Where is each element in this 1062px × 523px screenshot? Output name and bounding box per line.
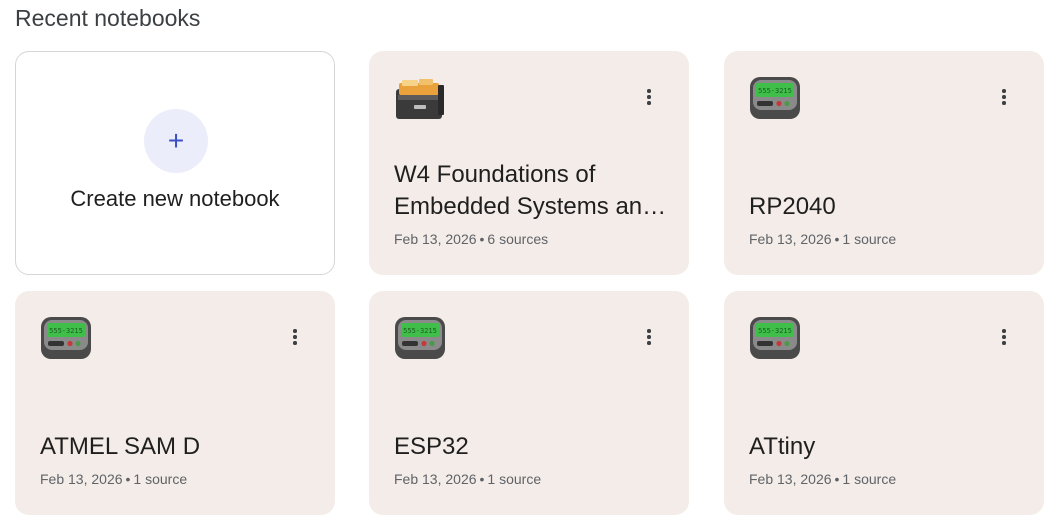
notebook-title: RP2040 bbox=[749, 193, 836, 220]
notebook-source-count: 1 source bbox=[133, 471, 188, 487]
notebook-source-count: 1 source bbox=[487, 471, 542, 487]
svg-text:555-3215: 555-3215 bbox=[758, 87, 792, 95]
notebook-date: Feb 13, 2026 bbox=[394, 231, 477, 247]
notebook-card[interactable]: 555-3215 ATMEL SAM D Feb 13, 2026 • 1 sour… bbox=[15, 291, 335, 515]
notebook-date: Feb 13, 2026 bbox=[749, 471, 832, 487]
notebook-meta: Feb 13, 2026 • 1 source bbox=[749, 471, 896, 487]
notebook-meta: Feb 13, 2026 • 1 source bbox=[394, 471, 541, 487]
notebook-card[interactable]: 555-3215 RP2040 Feb 13, 2026 • 1 source bbox=[724, 51, 1044, 275]
notebook-title: ATtiny bbox=[749, 433, 816, 460]
more-options-button[interactable] bbox=[992, 325, 1016, 349]
meta-separator: • bbox=[479, 231, 485, 247]
pager-icon: 555-3215 bbox=[750, 77, 800, 119]
notebook-title: ATMEL SAM D bbox=[40, 433, 201, 460]
more-options-button[interactable] bbox=[992, 85, 1016, 109]
notebook-meta: Feb 13, 2026 • 6 sources bbox=[394, 231, 548, 247]
notebook-source-count: 6 sources bbox=[487, 231, 549, 247]
create-notebook-card[interactable]: + Create new notebook bbox=[15, 51, 335, 275]
notebook-date: Feb 13, 2026 bbox=[749, 231, 832, 247]
pager-icon: 555-3215 bbox=[750, 317, 800, 359]
file-cabinet-icon bbox=[396, 79, 444, 119]
svg-text:555-3215: 555-3215 bbox=[403, 327, 437, 335]
meta-separator: • bbox=[479, 471, 485, 487]
notebook-title: ESP32 bbox=[394, 433, 469, 460]
notebook-card[interactable]: 555-3215 ESP32 Feb 13, 2026 • 1 source bbox=[369, 291, 689, 515]
notebook-source-count: 1 source bbox=[842, 231, 897, 247]
notebook-meta: Feb 13, 2026 • 1 source bbox=[749, 231, 896, 247]
notebook-card[interactable]: W4 Foundations of Embedded Systems and I… bbox=[369, 51, 689, 275]
meta-separator: • bbox=[125, 471, 131, 487]
pager-icon: 555-3215 bbox=[41, 317, 91, 359]
create-notebook-label: Create new notebook bbox=[70, 186, 280, 211]
more-options-button[interactable] bbox=[637, 325, 661, 349]
svg-text:555-3215: 555-3215 bbox=[758, 327, 792, 335]
pager-icon: 555-3215 bbox=[395, 317, 445, 359]
notebook-card[interactable]: 555-3215 ATtiny Feb 13, 2026 • 1 source bbox=[724, 291, 1044, 515]
recent-notebooks-title: Recent notebooks bbox=[15, 5, 201, 31]
more-options-button[interactable] bbox=[637, 85, 661, 109]
notebook-source-count: 1 source bbox=[842, 471, 897, 487]
notebook-date: Feb 13, 2026 bbox=[40, 471, 123, 487]
meta-separator: • bbox=[834, 471, 840, 487]
svg-text:555-3215: 555-3215 bbox=[49, 327, 83, 335]
more-options-button[interactable] bbox=[283, 325, 307, 349]
notebook-meta: Feb 13, 2026 • 1 source bbox=[40, 471, 187, 487]
notebook-date: Feb 13, 2026 bbox=[394, 471, 477, 487]
add-icon: + bbox=[144, 109, 208, 173]
meta-separator: • bbox=[834, 231, 840, 247]
notebook-title: W4 Foundations of Embedded Systems and I… bbox=[394, 161, 656, 220]
